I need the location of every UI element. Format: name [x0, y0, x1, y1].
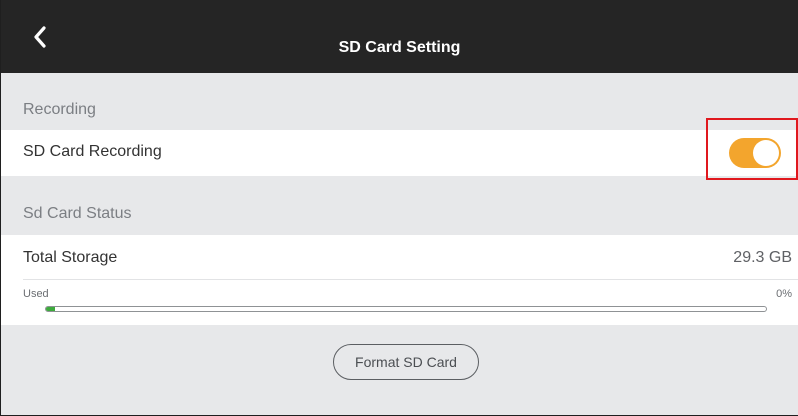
sd-card-recording-toggle[interactable]	[729, 138, 781, 168]
total-storage-value: 29.3 GB	[733, 249, 792, 266]
page-title: SD Card Setting	[338, 39, 461, 56]
storage-usage-bar	[45, 306, 767, 312]
toggle-knob	[753, 140, 779, 166]
section-label-sd-card-status: Sd Card Status	[23, 205, 132, 222]
header-bar: SD Card Setting	[1, 0, 798, 73]
sd-card-recording-label: SD Card Recording	[23, 143, 162, 160]
section-label-recording: Recording	[23, 101, 96, 118]
total-storage-label: Total Storage	[23, 249, 118, 266]
sd-card-recording-row: SD Card Recording	[1, 130, 798, 176]
used-label: Used	[23, 288, 49, 300]
storage-usage-fill	[46, 307, 55, 311]
format-sd-card-button[interactable]: Format SD Card	[333, 344, 479, 380]
sd-card-setting-screen: SD Card Setting Recording SD Card Record…	[0, 0, 798, 416]
used-percent: 0%	[776, 288, 792, 300]
divider	[23, 279, 798, 280]
